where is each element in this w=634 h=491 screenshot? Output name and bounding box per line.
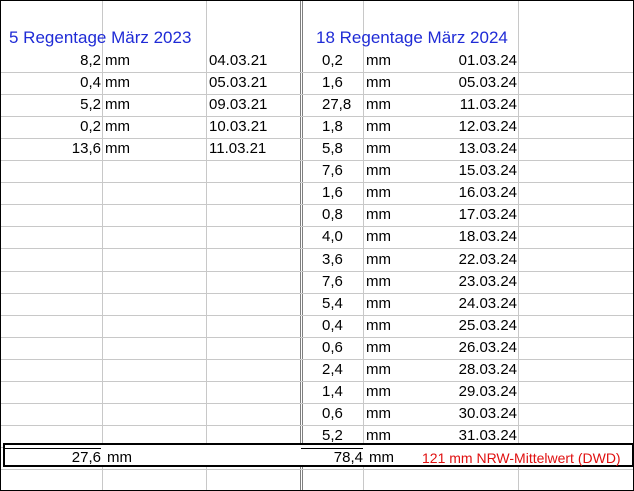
right-unit-cell[interactable]: mm [366,337,416,359]
right-value-cell[interactable]: 0,8 [322,204,362,226]
right-unit-cell[interactable]: mm [366,72,416,94]
right-value-cell[interactable]: 27,8 [322,94,362,116]
right-date-cell[interactable]: 11.03.24 [421,94,517,116]
right-total-value[interactable]: 78,4 [301,447,363,469]
right-value-cell[interactable]: 1,6 [322,72,362,94]
right-value-cell[interactable]: 0,6 [322,403,362,425]
right-date-cell[interactable]: 16.03.24 [421,182,517,204]
right-unit-cell[interactable]: mm [366,182,416,204]
row-gridline [1,359,633,360]
row-gridline [1,271,633,272]
column-gridline [206,1,207,490]
right-unit-cell[interactable]: mm [366,315,416,337]
right-value-cell[interactable]: 5,8 [322,138,362,160]
left-date-cell[interactable]: 10.03.21 [209,116,299,138]
right-value-cell[interactable]: 1,4 [322,381,362,403]
left-total-unit[interactable]: mm [107,447,147,469]
right-unit-cell[interactable]: mm [366,249,416,271]
left-value-cell[interactable]: 5,2 [5,94,101,116]
row-gridline [1,160,633,161]
right-date-cell[interactable]: 26.03.24 [421,337,517,359]
right-value-cell[interactable]: 1,6 [322,182,362,204]
row-gridline [1,248,633,249]
right-date-cell[interactable]: 29.03.24 [421,381,517,403]
left-value-cell[interactable]: 13,6 [5,138,101,160]
right-unit-cell[interactable]: mm [366,50,416,72]
right-date-cell[interactable]: 17.03.24 [421,204,517,226]
right-value-cell[interactable]: 3,6 [322,249,362,271]
row-gridline [1,425,633,426]
right-date-cell[interactable]: 12.03.24 [421,116,517,138]
right-unit-cell[interactable]: mm [366,116,416,138]
right-unit-cell[interactable]: mm [366,94,416,116]
right-value-cell[interactable]: 2,4 [322,359,362,381]
row-gridline [1,337,633,338]
right-unit-cell[interactable]: mm [366,293,416,315]
left-date-cell[interactable]: 09.03.21 [209,94,299,116]
right-unit-cell[interactable]: mm [366,226,416,248]
row-gridline [1,182,633,183]
column-gridline [102,1,103,490]
right-unit-cell[interactable]: mm [366,138,416,160]
right-unit-cell[interactable]: mm [366,359,416,381]
right-unit-cell[interactable]: mm [366,381,416,403]
nrw-average-note[interactable]: 121 mm NRW-Mittelwert (DWD) [422,447,627,469]
row-gridline [1,204,633,205]
left-total-value[interactable]: 27,6 [5,447,101,469]
right-value-cell[interactable]: 5,4 [322,293,362,315]
right-unit-cell[interactable]: mm [366,403,416,425]
column-gridline [363,1,364,490]
left-value-cell[interactable]: 0,2 [5,116,101,138]
right-value-cell[interactable]: 0,4 [322,315,362,337]
left-unit-cell[interactable]: mm [105,72,155,94]
right-date-cell[interactable]: 13.03.24 [421,138,517,160]
right-value-cell[interactable]: 4,0 [322,226,362,248]
left-unit-cell[interactable]: mm [105,116,155,138]
row-gridline [1,315,633,316]
left-date-cell[interactable]: 04.03.21 [209,50,299,72]
right-unit-cell[interactable]: mm [366,204,416,226]
right-date-cell[interactable]: 24.03.24 [421,293,517,315]
right-date-cell[interactable]: 23.03.24 [421,271,517,293]
left-unit-cell[interactable]: mm [105,94,155,116]
right-date-cell[interactable]: 18.03.24 [421,226,517,248]
row-gridline [1,293,633,294]
right-date-cell[interactable]: 01.03.24 [421,50,517,72]
right-date-cell[interactable]: 22.03.24 [421,249,517,271]
right-value-cell[interactable]: 1,8 [322,116,362,138]
column-gridline [302,1,303,490]
left-date-cell[interactable]: 05.03.21 [209,72,299,94]
left-unit-cell[interactable]: mm [105,138,155,160]
left-unit-cell[interactable]: mm [105,50,155,72]
row-gridline [1,469,633,470]
left-block-title[interactable]: 5 Regentage März 2023 [9,26,209,50]
right-date-cell[interactable]: 28.03.24 [421,359,517,381]
right-date-cell[interactable]: 15.03.24 [421,160,517,182]
row-gridline [1,381,633,382]
row-gridline [1,226,633,227]
right-unit-cell[interactable]: mm [366,160,416,182]
left-value-cell[interactable]: 8,2 [5,50,101,72]
right-value-cell[interactable]: 7,6 [322,160,362,182]
column-gridline [300,1,301,490]
right-date-cell[interactable]: 05.03.24 [421,72,517,94]
right-value-cell[interactable]: 0,6 [322,337,362,359]
right-block-title[interactable]: 18 Regentage März 2024 [316,26,526,50]
column-gridline [518,1,519,490]
right-unit-cell[interactable]: mm [366,271,416,293]
right-total-unit[interactable]: mm [369,447,409,469]
right-value-cell[interactable]: 0,2 [322,50,362,72]
right-value-cell[interactable]: 7,6 [322,271,362,293]
left-value-cell[interactable]: 0,4 [5,72,101,94]
right-date-cell[interactable]: 30.03.24 [421,403,517,425]
row-gridline [1,403,633,404]
right-date-cell[interactable]: 25.03.24 [421,315,517,337]
spreadsheet-grid[interactable]: 5 Regentage März 2023 18 Regentage März … [0,0,634,491]
left-date-cell[interactable]: 11.03.21 [209,138,299,160]
